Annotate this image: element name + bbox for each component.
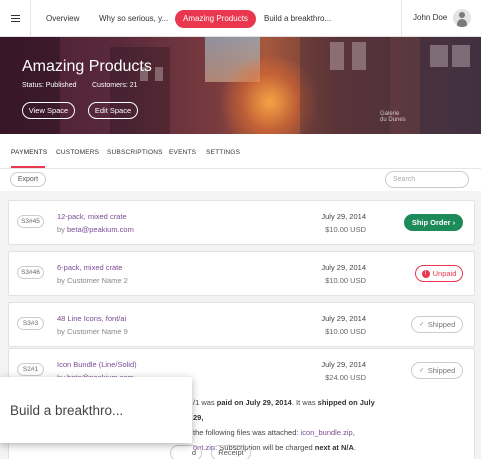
payment-id-badge: S3#45	[17, 215, 44, 228]
ship-order-label: Ship Order	[411, 218, 451, 227]
avatar-icon[interactable]	[453, 9, 471, 27]
next-charge: next at N/A	[314, 443, 354, 452]
checkmark-icon: ✓	[419, 368, 425, 375]
space-customer-count: Customers: 21	[92, 82, 138, 89]
customer-line: by Customer Name 9	[57, 327, 128, 336]
attached-file-link[interactable]: icon_bundle.zip	[301, 428, 353, 437]
receipt-button[interactable]: Receipt	[211, 445, 251, 459]
view-space-button[interactable]: View Space	[22, 102, 75, 119]
payment-date: July 29, 2014	[321, 212, 366, 221]
space-hero-banner: Amazing Products Status: Published Custo…	[0, 37, 481, 134]
tab-settings[interactable]: SETTINGS	[206, 149, 240, 156]
payment-row[interactable]: S3#46 6-pack, mixed crate by Customer Na…	[8, 251, 475, 296]
details-text: the following files was attached:	[193, 428, 301, 437]
shipped-label: Shipped	[427, 320, 456, 329]
nav-tab-overview[interactable]: Overview	[38, 10, 87, 28]
shipped-label: Shipped	[427, 366, 456, 375]
payment-price: $24.00 USD	[325, 373, 366, 382]
details-text: /1 was	[193, 398, 217, 407]
alert-icon: !	[421, 270, 430, 279]
ship-order-button[interactable]: Ship Order ›	[404, 214, 463, 231]
payment-date: July 29, 2014	[321, 360, 366, 369]
tab-payments[interactable]: PAYMENTS	[11, 149, 47, 156]
user-name: John Doe	[413, 13, 448, 22]
edit-space-button[interactable]: Edit Space	[88, 102, 138, 119]
nav-tab-amazing-products[interactable]: Amazing Products	[175, 10, 256, 28]
unpaid-label: Unpaid	[432, 269, 457, 278]
hamburger-menu-icon[interactable]	[0, 0, 31, 37]
shipped-status-button[interactable]: ✓ Shipped	[411, 316, 463, 333]
by-prefix: by	[57, 225, 68, 234]
payment-price: $10.00 USD	[325, 225, 366, 234]
tab-subscriptions[interactable]: SUBSCRIPTIONS	[107, 149, 163, 156]
paid-date: paid on July 29, 2014	[216, 398, 292, 407]
customer-line: by beta@peakium.com	[57, 225, 134, 234]
payment-price: $10.00 USD	[325, 276, 366, 285]
space-title: Amazing Products	[22, 58, 152, 75]
chevron-right-icon: ›	[452, 218, 456, 227]
divider	[0, 168, 481, 169]
nav-tab-build-a-breakthrough[interactable]: Build a breakthro...	[256, 10, 339, 28]
payment-date: July 29, 2014	[321, 314, 366, 323]
details-text: ,	[352, 428, 355, 437]
details-action-button[interactable]: d	[170, 445, 202, 459]
product-name-link[interactable]: 12-pack, mixed crate	[57, 212, 127, 221]
storefront-sign: Galerie du Dunes	[380, 111, 406, 123]
search-input[interactable]	[385, 171, 469, 188]
payment-id-badge: S3#46	[17, 266, 44, 279]
export-button[interactable]: Export	[10, 172, 46, 187]
product-name-link[interactable]: 6-pack, mixed crate	[57, 263, 122, 272]
payment-price: $10.00 USD	[325, 327, 366, 336]
top-navigation: Overview Why so serious, y... Amazing Pr…	[0, 0, 481, 37]
shipped-status-button[interactable]: ✓ Shipped	[411, 362, 463, 379]
details-text: .	[353, 443, 357, 452]
payment-row[interactable]: S3#3 48 Line Icons, font/ai by Customer …	[8, 302, 475, 347]
payment-id-badge: S3#3	[17, 317, 44, 330]
tooltip-text: Build a breakthro...	[10, 403, 124, 418]
space-status: Status: Published	[22, 82, 77, 89]
unpaid-status-button[interactable]: ! Unpaid	[415, 265, 463, 282]
product-name-link[interactable]: 48 Line Icons, font/ai	[57, 314, 126, 323]
user-menu[interactable]: John Doe	[401, 0, 481, 37]
payment-row[interactable]: S3#45 12-pack, mixed crate by beta@peaki…	[8, 200, 475, 245]
tab-tooltip: Build a breakthro...	[0, 377, 192, 443]
section-tabs: PAYMENTS CUSTOMERS SUBSCRIPTIONS EVENTS …	[0, 134, 481, 169]
nav-tab-why-so-serious[interactable]: Why so serious, y...	[91, 10, 176, 28]
customer-line: by Customer Name 2	[57, 276, 128, 285]
payment-date: July 29, 2014	[321, 263, 366, 272]
product-name-link[interactable]: Icon Bundle (Line/Solid)	[57, 360, 137, 369]
customer-email-link[interactable]: beta@peakium.com	[67, 225, 134, 234]
checkmark-icon: ✓	[419, 322, 425, 329]
tab-events[interactable]: EVENTS	[169, 149, 196, 156]
details-text: . It was	[291, 398, 318, 407]
payment-id-badge: S2#1	[17, 363, 44, 376]
tab-customers[interactable]: CUSTOMERS	[56, 149, 99, 156]
